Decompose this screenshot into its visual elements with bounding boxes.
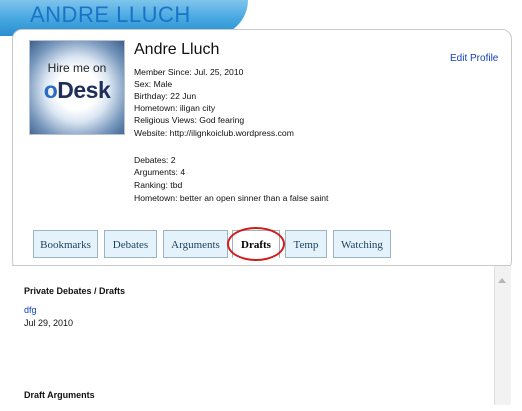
header-title: ANDRE LLUCH — [30, 2, 191, 27]
tab-temp[interactable]: Temp — [285, 230, 327, 258]
tab-debates[interactable]: Debates — [104, 230, 157, 258]
draft-link[interactable]: dfg — [24, 305, 37, 315]
odesk-logo-o: o — [43, 77, 58, 103]
website: Website: http://ilignkoiclub.wordpress.c… — [134, 128, 294, 138]
ranking: Ranking: tbd — [134, 180, 183, 190]
avatar-caption: Hire me on — [47, 61, 107, 75]
hometown: Hometown: iligan city — [134, 103, 216, 113]
profile-name: Andre Lluch — [134, 41, 220, 58]
draft-date: Jul 29, 2010 — [24, 318, 74, 328]
birthday: Birthday: 22 Jun — [134, 91, 197, 101]
sex: Sex: Male — [134, 79, 173, 89]
motto: Hometown: better an open sinner than a f… — [134, 193, 329, 203]
tab-bookmarks[interactable]: Bookmarks — [33, 230, 98, 258]
scrollbar[interactable] — [494, 266, 511, 405]
religious-views: Religious Views: God fearing — [134, 115, 245, 125]
arguments-count: Arguments: 4 — [134, 167, 186, 177]
avatar: Hire me on oDesk — [29, 40, 125, 135]
member-since: Member Since: Jul. 25, 2010 — [134, 67, 244, 77]
tab-watching[interactable]: Watching — [333, 230, 391, 258]
scroll-up-icon[interactable] — [498, 278, 506, 283]
odesk-logo: oDesk — [30, 77, 124, 104]
debates-count: Debates: 2 — [134, 155, 176, 165]
tab-arguments[interactable]: Arguments — [163, 230, 228, 258]
tab-drafts[interactable]: Drafts — [232, 230, 280, 258]
private-drafts-title: Private Debates / Drafts — [24, 286, 126, 296]
edit-profile-link[interactable]: Edit Profile — [450, 53, 498, 64]
odesk-logo-rest: Desk — [57, 77, 111, 103]
draft-arguments-title: Draft Arguments — [24, 390, 95, 400]
